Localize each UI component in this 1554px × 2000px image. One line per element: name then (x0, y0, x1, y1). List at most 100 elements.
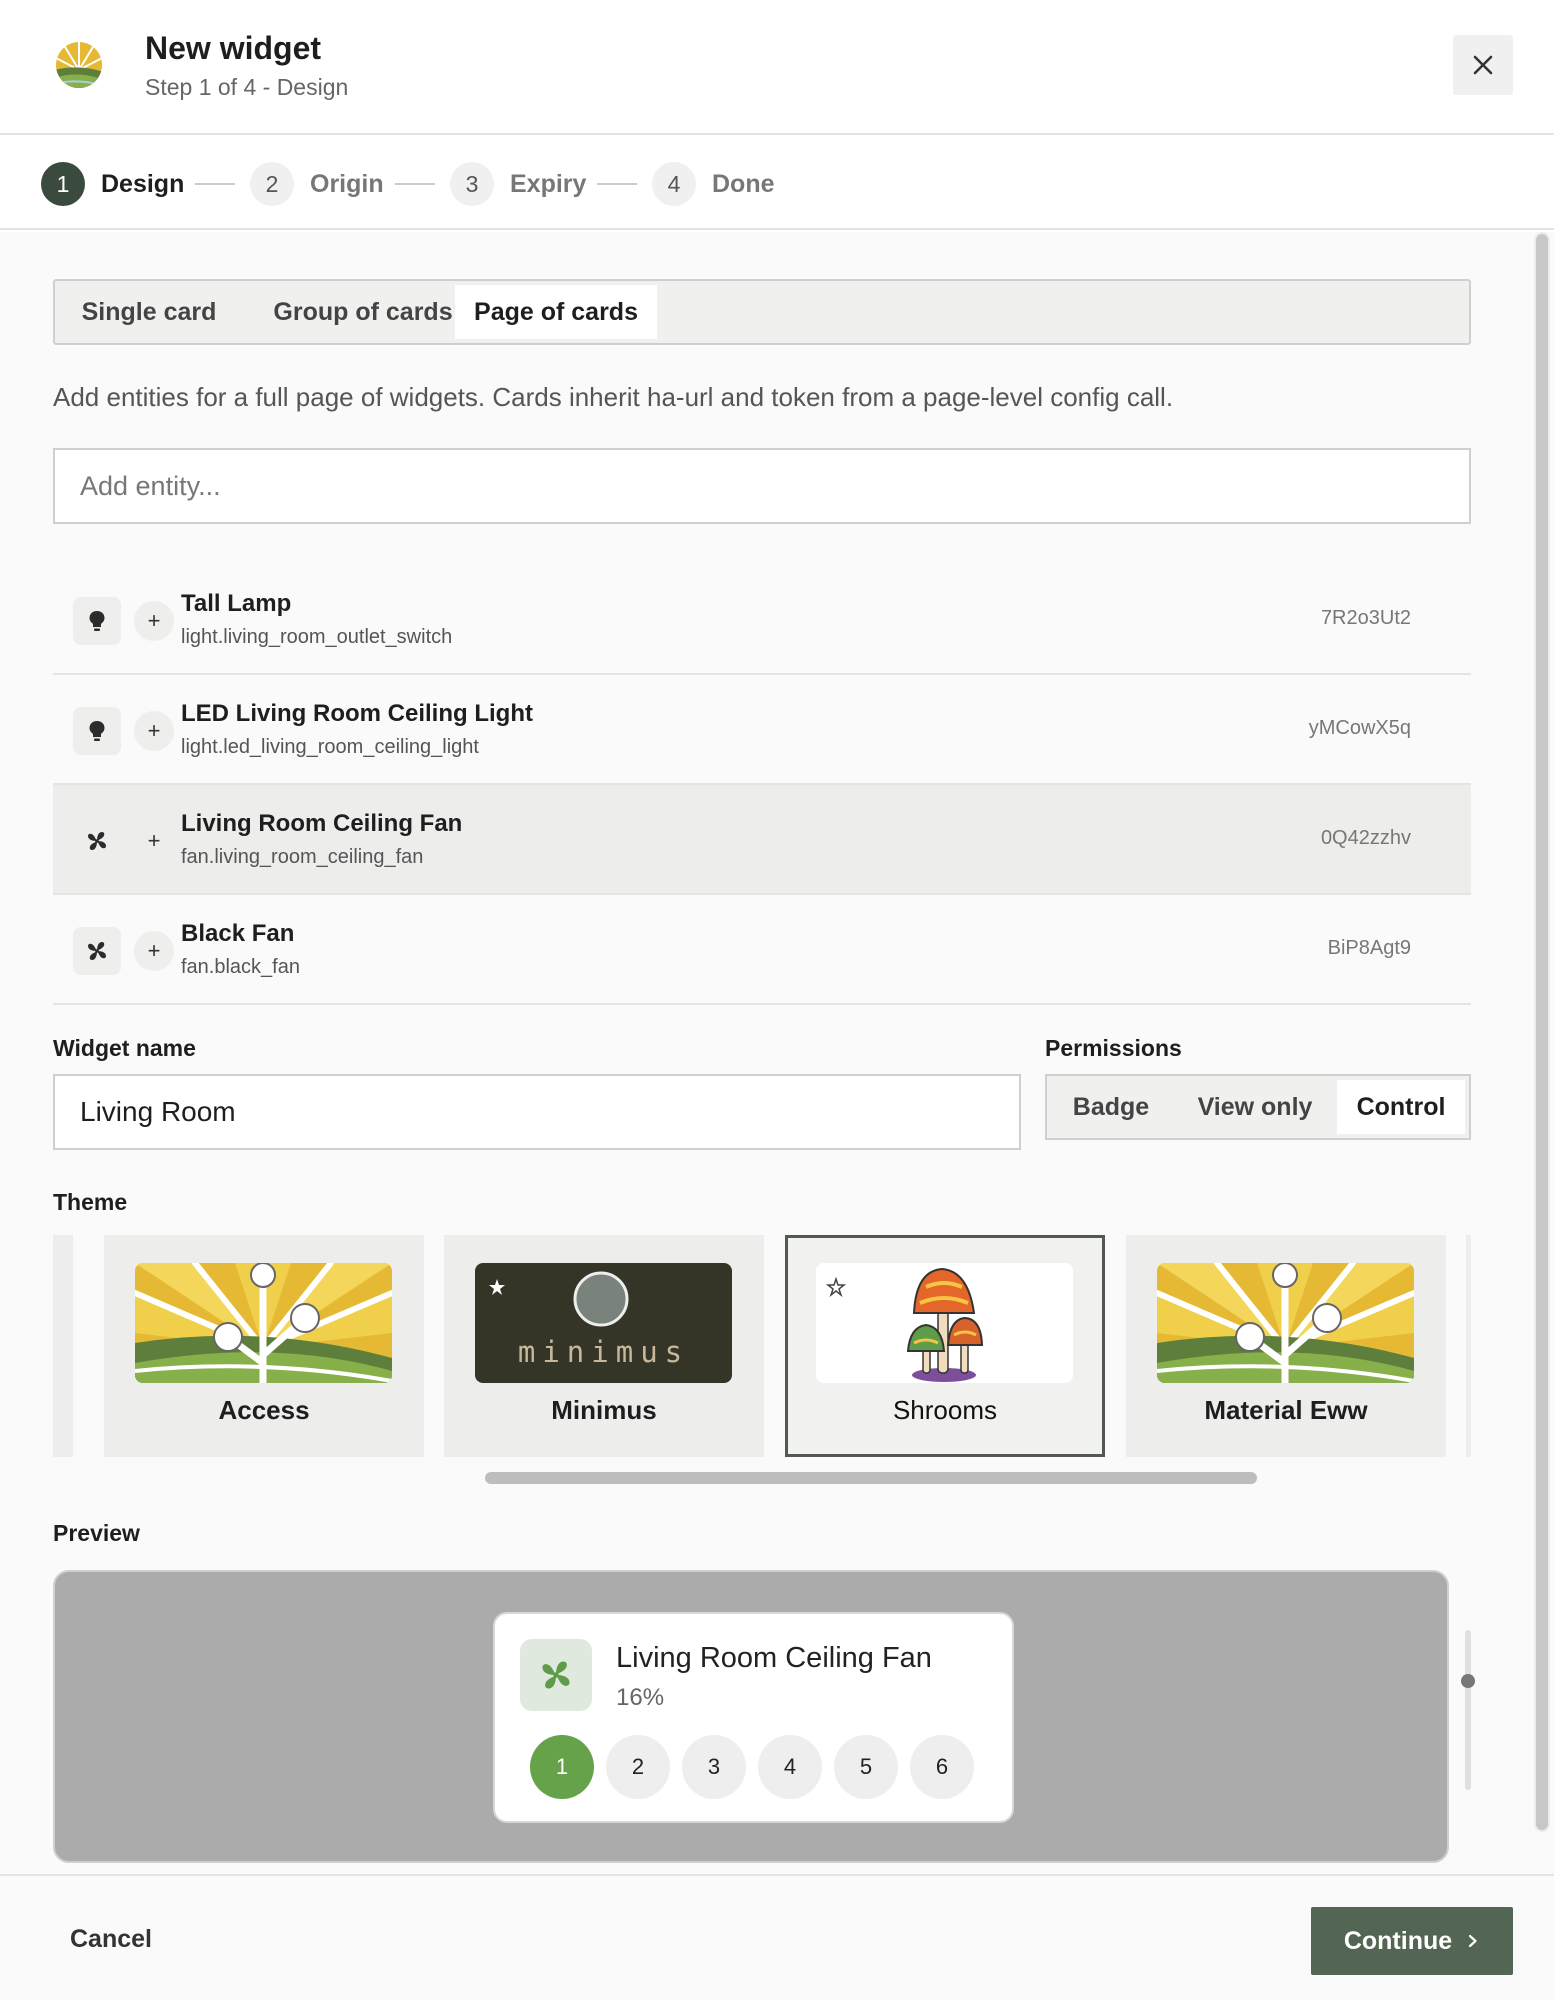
add-entity-button[interactable]: + (134, 711, 174, 751)
permissions-segmented-control: Badge View only Control (1045, 1074, 1471, 1140)
entity-row[interactable]: + Tall Lamp light.living_room_outlet_swi… (53, 565, 1471, 675)
step-label: Origin (310, 169, 384, 198)
step-connector (395, 183, 435, 185)
add-entity-button[interactable]: + (134, 931, 174, 971)
preview-label: Preview (53, 1520, 140, 1546)
fan-speed-button[interactable]: 3 (682, 1735, 746, 1799)
step-number: 3 (450, 162, 494, 206)
theme-card-access[interactable]: Access (104, 1235, 424, 1457)
theme-carousel-scrollbar[interactable] (485, 1472, 1257, 1484)
fan-speed-button[interactable]: 2 (606, 1735, 670, 1799)
entity-id: light.living_room_outlet_switch (181, 626, 453, 648)
vertical-scrollbar-thumb[interactable] (1536, 234, 1548, 1830)
tab-page-of-cards[interactable]: Page of cards (455, 285, 657, 339)
add-entity-input[interactable] (53, 448, 1471, 524)
app-logo-icon (54, 40, 104, 90)
preview-area: Living Room Ceiling Fan 16% 1 2 3 4 5 6 (53, 1570, 1449, 1863)
step-label: Design (101, 169, 185, 198)
star-icon (489, 1279, 505, 1295)
step-number: 1 (41, 162, 85, 206)
dialog-body: Single card Group of cards Page of cards… (0, 232, 1554, 1874)
permission-view-only[interactable]: View only (1175, 1080, 1335, 1134)
entity-list: + Tall Lamp light.living_room_outlet_swi… (53, 565, 1471, 1005)
dialog-subtitle: Step 1 of 4 - Design (145, 74, 349, 100)
fan-speed-button[interactable]: 6 (910, 1735, 974, 1799)
help-text: Add entities for a full page of widgets.… (53, 382, 1174, 412)
entity-token: yMCowX5q (1308, 717, 1411, 739)
cancel-button[interactable]: Cancel (50, 1915, 172, 1963)
theme-thumbnail-text: minimus (517, 1335, 690, 1369)
theme-card-shrooms[interactable]: Shrooms (785, 1235, 1105, 1457)
lightbulb-icon (73, 707, 121, 755)
add-entity-button[interactable]: + (134, 821, 174, 861)
entity-name: Tall Lamp (181, 590, 292, 617)
continue-button[interactable]: Continue (1311, 1907, 1513, 1975)
preview-card: Living Room Ceiling Fan 16% 1 2 3 4 5 6 (493, 1612, 1014, 1823)
theme-card-minimus[interactable]: minimus Minimus (444, 1235, 764, 1457)
entity-name: Living Room Ceiling Fan (181, 810, 463, 837)
entity-row[interactable]: + Living Room Ceiling Fan fan.living_roo… (53, 785, 1471, 895)
wizard-stepper: 1 Design 2 Origin 3 Expiry 4 Done (0, 137, 1554, 230)
step-label: Expiry (510, 169, 587, 198)
fan-speed-button[interactable]: 4 (758, 1735, 822, 1799)
star-icon (825, 1276, 847, 1298)
widget-name-input[interactable] (53, 1074, 1021, 1150)
preview-entity-value: 16% (616, 1684, 665, 1711)
theme-thumbnail: minimus (475, 1263, 732, 1383)
theme-thumbnail (816, 1263, 1073, 1383)
theme-card-partial[interactable] (1466, 1235, 1471, 1457)
fan-icon (73, 817, 121, 865)
fan-speed-button[interactable]: 1 (530, 1735, 594, 1799)
preview-size-slider-track[interactable] (1465, 1630, 1471, 1790)
entity-token: BiP8Agt9 (1327, 937, 1411, 959)
step-design: 1 Design (41, 162, 184, 206)
theme-card-partial[interactable] (53, 1235, 73, 1457)
permission-control[interactable]: Control (1337, 1080, 1465, 1134)
entity-row[interactable]: + Black Fan fan.black_fan BiP8Agt9 (53, 895, 1471, 1005)
entity-id: fan.living_room_ceiling_fan (181, 846, 424, 868)
entity-id: light.led_living_room_ceiling_light (181, 736, 479, 758)
entity-name: Black Fan (181, 920, 295, 947)
step-label: Done (712, 169, 775, 198)
theme-name: Access (218, 1395, 310, 1425)
close-button[interactable] (1453, 35, 1513, 95)
continue-label: Continue (1343, 1926, 1453, 1955)
close-icon (1473, 55, 1493, 75)
theme-thumbnail (135, 1263, 392, 1383)
theme-name: Shrooms (892, 1395, 998, 1425)
step-origin: 2 Origin (250, 162, 384, 206)
theme-thumbnail (1157, 1263, 1414, 1383)
lightbulb-icon (73, 597, 121, 645)
step-number: 2 (250, 162, 294, 206)
theme-label: Theme (53, 1189, 128, 1215)
chevron-right-icon (1469, 1934, 1477, 1948)
fan-speed-button[interactable]: 5 (834, 1735, 898, 1799)
entity-row[interactable]: + LED Living Room Ceiling Light light.le… (53, 675, 1471, 785)
step-connector (195, 183, 235, 185)
theme-carousel: Access minimus Minimus Shrooms Material … (53, 1235, 1471, 1457)
step-done: 4 Done (652, 162, 775, 206)
fan-icon (73, 927, 121, 975)
theme-card-material-eww[interactable]: Material Eww (1126, 1235, 1446, 1457)
tab-group-of-cards[interactable]: Group of cards (245, 285, 481, 339)
step-number: 4 (652, 162, 696, 206)
entity-name: LED Living Room Ceiling Light (181, 700, 533, 727)
entity-token: 7R2o3Ut2 (1320, 607, 1411, 629)
widget-type-tabs: Single card Group of cards Page of cards (53, 279, 1471, 345)
widget-name-label: Widget name (53, 1035, 196, 1061)
step-expiry: 3 Expiry (450, 162, 586, 206)
add-entity-button[interactable]: + (134, 601, 174, 641)
permission-badge[interactable]: Badge (1051, 1080, 1171, 1134)
dialog-footer: Cancel Continue (0, 1874, 1554, 2000)
preview-entity-name: Living Room Ceiling Fan (616, 1642, 932, 1674)
tab-single-card[interactable]: Single card (59, 285, 239, 339)
preview-size-slider-handle[interactable] (1461, 1674, 1475, 1688)
theme-name: Minimus (551, 1395, 657, 1425)
fan-icon (520, 1639, 592, 1711)
theme-name: Material Eww (1204, 1395, 1368, 1425)
entity-token: 0Q42zzhv (1320, 827, 1411, 849)
step-connector (597, 183, 637, 185)
dialog-title: New widget (145, 30, 322, 66)
entity-id: fan.black_fan (181, 956, 300, 978)
permissions-label: Permissions (1045, 1035, 1182, 1061)
